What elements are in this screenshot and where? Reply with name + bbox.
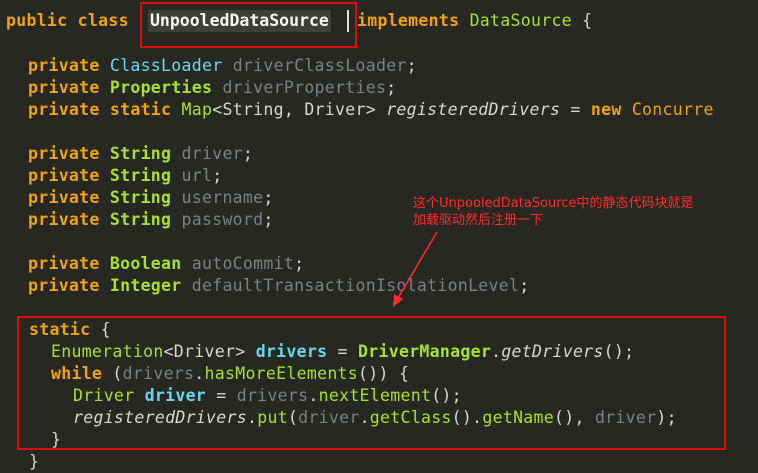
code-editor[interactable]: public class UnpooledDataSource implemen… bbox=[0, 0, 758, 471]
annotation-arrow bbox=[393, 231, 438, 307]
